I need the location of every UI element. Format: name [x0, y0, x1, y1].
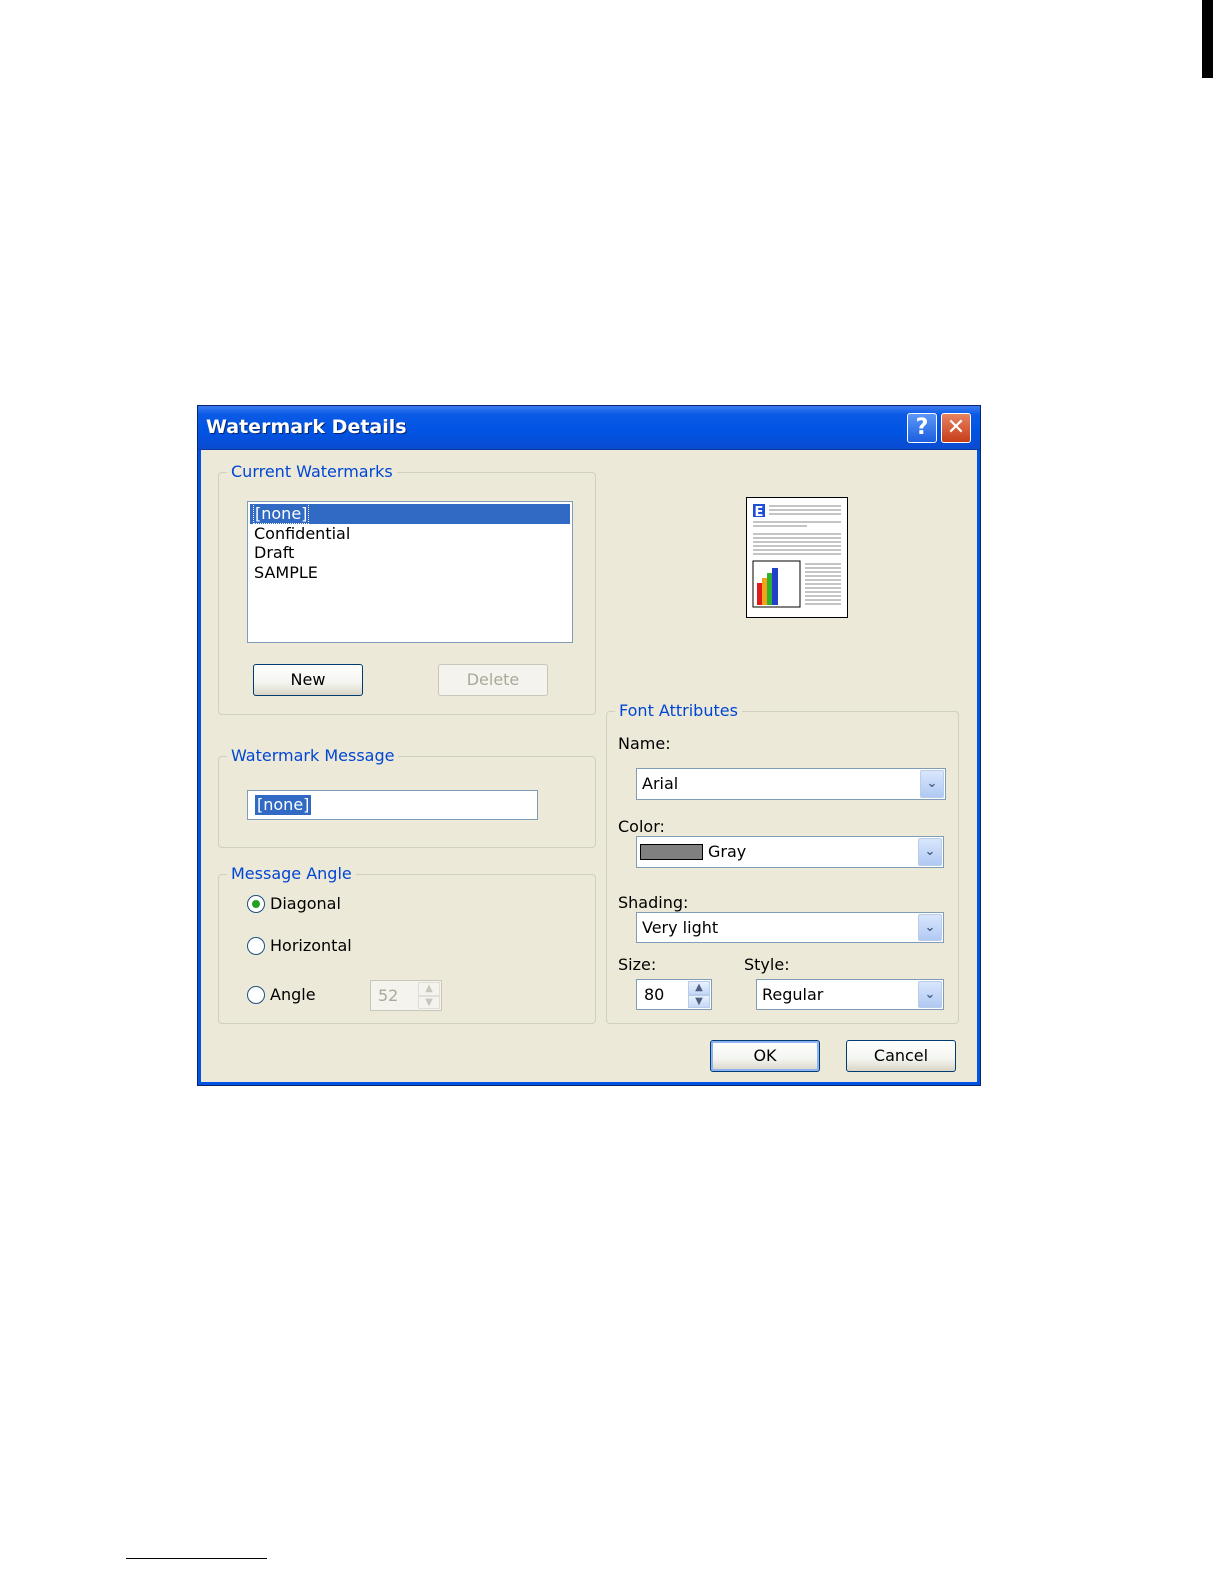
page-edge-marker: [1202, 0, 1213, 78]
new-button[interactable]: New: [253, 664, 363, 696]
angle-value: 52: [378, 986, 399, 1005]
font-attributes-legend: Font Attributes: [615, 702, 742, 720]
watermark-details-dialog: Watermark Details ? ✕ Current Watermarks…: [197, 405, 981, 1086]
size-value: 80: [644, 985, 665, 1004]
shading-select[interactable]: Very light ⌄: [636, 912, 944, 943]
window-title: Watermark Details: [206, 416, 407, 438]
watermark-message-legend: Watermark Message: [227, 747, 399, 765]
color-value: Gray: [708, 842, 747, 861]
diagonal-label[interactable]: Diagonal: [270, 894, 341, 913]
horizontal-label[interactable]: Horizontal: [270, 936, 352, 955]
diagonal-radio[interactable]: [247, 895, 265, 913]
ok-button[interactable]: OK: [710, 1040, 820, 1072]
font-name-select[interactable]: Arial ⌄: [636, 768, 946, 800]
color-swatch: [640, 844, 703, 860]
angle-stepper[interactable]: 52 ▲ ▼: [370, 980, 442, 1011]
shading-value: Very light: [642, 918, 719, 937]
color-label: Color:: [618, 817, 665, 836]
chevron-down-icon[interactable]: ⌄: [920, 770, 944, 798]
angle-radio[interactable]: [247, 986, 265, 1004]
watermark-listbox[interactable]: [none] Confidential Draft SAMPLE: [247, 501, 573, 643]
list-item[interactable]: [none]: [250, 503, 570, 524]
watermark-message-group: Watermark Message [none]: [218, 747, 596, 848]
horizontal-radio[interactable]: [247, 937, 265, 955]
message-angle-group: Message Angle Diagonal Horizontal Angle …: [218, 865, 596, 1024]
angle-spin-buttons: ▲ ▼: [418, 982, 440, 1009]
watermark-message-text: [none]: [255, 795, 312, 815]
preview-graphic: E: [752, 504, 841, 608]
style-label: Style:: [744, 955, 790, 974]
chevron-down-icon[interactable]: ⌄: [918, 838, 942, 866]
font-attributes-group: Font Attributes Name: Arial ⌄ Color: Gra…: [606, 702, 959, 1024]
size-stepper[interactable]: 80 ▲ ▼: [636, 979, 712, 1010]
shading-label: Shading:: [618, 893, 689, 912]
footnote-rule: [126, 1558, 267, 1559]
color-select[interactable]: Gray ⌄: [636, 836, 944, 868]
spin-up-icon[interactable]: ▲: [688, 981, 710, 995]
help-button[interactable]: ?: [907, 413, 937, 443]
current-watermarks-group: Current Watermarks [none] Confidential D…: [218, 463, 596, 715]
font-name-label: Name:: [618, 734, 671, 753]
spin-down-icon[interactable]: ▼: [688, 994, 710, 1008]
radio-selected-dot: [252, 900, 260, 908]
preview-letter: E: [755, 505, 764, 520]
delete-button[interactable]: Delete: [438, 664, 548, 696]
spin-down-icon[interactable]: ▼: [418, 995, 440, 1009]
cancel-button[interactable]: Cancel: [846, 1040, 956, 1072]
close-button[interactable]: ✕: [941, 413, 971, 443]
chevron-down-icon[interactable]: ⌄: [918, 981, 942, 1008]
angle-label[interactable]: Angle: [270, 985, 316, 1004]
font-name-value: Arial: [642, 774, 679, 793]
title-bar[interactable]: Watermark Details ? ✕: [198, 406, 980, 450]
chevron-down-icon[interactable]: ⌄: [918, 914, 942, 941]
message-angle-legend: Message Angle: [227, 865, 356, 883]
style-value: Regular: [762, 985, 824, 1004]
current-watermarks-legend: Current Watermarks: [227, 463, 397, 481]
watermark-message-input[interactable]: [none]: [247, 790, 538, 820]
spin-up-icon[interactable]: ▲: [418, 982, 440, 996]
size-label: Size:: [618, 955, 657, 974]
size-spin-buttons: ▲ ▼: [688, 981, 710, 1008]
style-select[interactable]: Regular ⌄: [756, 979, 944, 1010]
list-item[interactable]: SAMPLE: [250, 563, 570, 583]
list-item[interactable]: Confidential: [250, 524, 570, 544]
document-preview-icon: E: [746, 497, 848, 618]
list-item[interactable]: Draft: [250, 543, 570, 563]
